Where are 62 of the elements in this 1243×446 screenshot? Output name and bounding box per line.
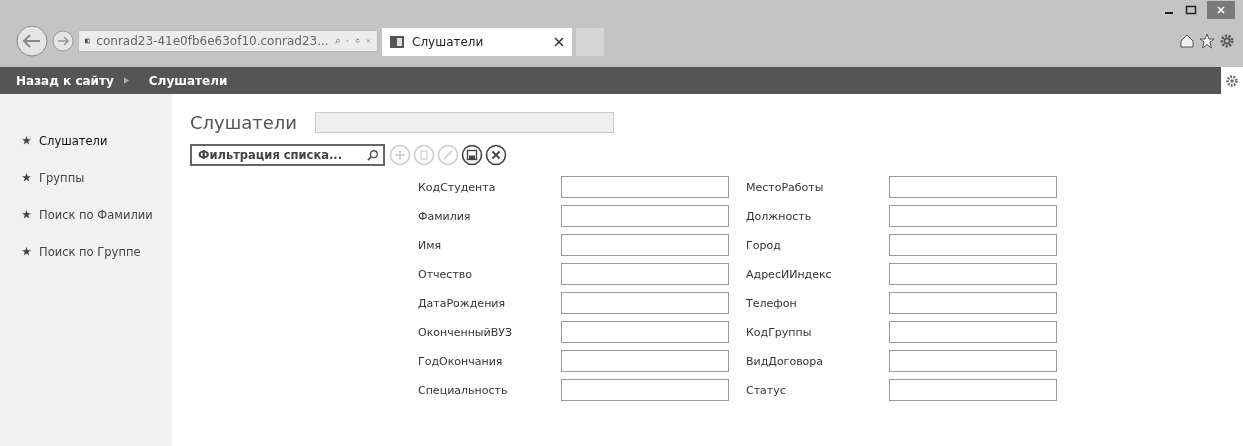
home-icon[interactable] — [1179, 33, 1195, 49]
address-bar[interactable]: conrad23-41e0fb6e63of10.conrad23... — [78, 30, 378, 52]
input-field[interactable] — [889, 321, 1057, 343]
field-label: Имя — [418, 238, 443, 252]
input-field[interactable] — [889, 176, 1057, 198]
field-label: Город — [746, 238, 782, 252]
input-field[interactable] — [561, 350, 729, 372]
input-field[interactable] — [889, 350, 1057, 372]
field-label: Фамилия — [418, 209, 472, 223]
settings-icon[interactable] — [1225, 73, 1239, 88]
site-icon — [390, 35, 404, 49]
field-label: Статус — [746, 383, 787, 397]
close-button[interactable] — [1207, 1, 1235, 19]
close-icon[interactable] — [554, 37, 564, 47]
field-label: Должность — [746, 209, 813, 223]
page-title: Слушатели — [190, 112, 297, 133]
star-icon — [22, 173, 31, 182]
sidebar-item[interactable]: Группы — [0, 159, 172, 196]
field-label: АдресИИндекс — [746, 267, 833, 281]
breadcrumb-current: Слушатели — [148, 73, 228, 88]
field-label: ГодОкончания — [418, 354, 504, 368]
star-icon — [22, 247, 31, 256]
close-icon — [1216, 5, 1226, 15]
field-label: ВидДоговора — [746, 354, 825, 368]
field-label: КодГруппы — [746, 325, 813, 339]
sidebar-item[interactable]: Поиск по Фамилии — [0, 196, 172, 233]
field-label: МестоРаботы — [746, 180, 825, 194]
back-icon[interactable] — [16, 25, 48, 57]
caret-icon — [123, 77, 129, 84]
maximize-icon[interactable] — [1185, 4, 1197, 16]
back-to-site-link[interactable]: Назад к сайту — [16, 73, 114, 88]
star-icon[interactable] — [1199, 33, 1215, 49]
field-label: Специальность — [418, 383, 509, 397]
input-field[interactable] — [889, 263, 1057, 285]
save-button[interactable] — [461, 144, 483, 166]
cancel-button[interactable] — [485, 144, 507, 166]
input-field[interactable] — [889, 292, 1057, 314]
input-field[interactable] — [889, 205, 1057, 227]
input-field[interactable] — [889, 234, 1057, 256]
input-field[interactable] — [561, 205, 729, 227]
settings-icon[interactable] — [1219, 33, 1235, 49]
star-icon — [22, 210, 31, 219]
sidebar-item[interactable]: Поиск по Группе — [0, 233, 172, 270]
search-icon — [367, 149, 379, 161]
input-field[interactable] — [561, 379, 729, 401]
input-field[interactable] — [561, 176, 729, 198]
input-field[interactable] — [561, 263, 729, 285]
browser-tab[interactable]: Слушатели — [382, 28, 572, 56]
input-field[interactable] — [561, 234, 729, 256]
field-label: ДатаРождения — [418, 296, 507, 310]
input-field[interactable] — [561, 321, 729, 343]
field-label: ОконченныйВУЗ — [418, 325, 513, 339]
search-field[interactable]: Фильтрация списка... — [190, 144, 385, 166]
field-label: Отчество — [418, 267, 473, 281]
input-field[interactable] — [561, 292, 729, 314]
sidebar-item[interactable]: Слушатели — [0, 122, 172, 159]
field-label: Телефон — [746, 296, 798, 310]
input-field[interactable] — [889, 379, 1057, 401]
title-field[interactable] — [315, 112, 614, 133]
forward-icon[interactable] — [52, 30, 74, 52]
field-label: КодСтудента — [418, 180, 497, 194]
star-icon — [22, 136, 31, 145]
